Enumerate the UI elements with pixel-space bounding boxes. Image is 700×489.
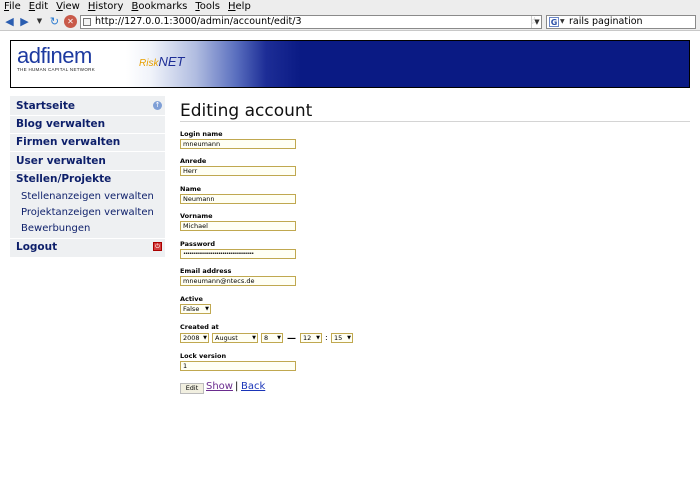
reload-icon[interactable]: ↻ [48,15,61,28]
chevron-down-icon: ▼ [252,335,256,341]
history-dropdown-icon[interactable]: ▼ [33,15,46,28]
anrede-field[interactable]: Herr [180,166,296,176]
created-at-label: Created at [180,323,219,331]
vorname-field[interactable]: Michael [180,221,296,231]
site-banner: adfinem The Human Capital Network RiskNE… [10,40,690,88]
email-field[interactable]: mneumann@ntecs.de [180,276,296,286]
active-select-value: False [183,305,200,313]
menu-tools[interactable]: Tools [195,0,220,13]
password-field[interactable]: •••••••••••••••••••••••••••••••••••• [180,249,296,259]
sidebar-item-bewerbungen[interactable]: Bewerbungen [21,223,90,234]
password-label: Password [180,240,216,248]
logo-brand: adfinem [17,43,92,68]
name-label: Name [180,185,202,193]
created-hour-select[interactable]: 12 ▼ [300,333,322,343]
created-month-value: August [215,334,238,342]
sidebar-item-stellen-projekte[interactable]: Stellen/Projekte [16,173,111,185]
active-select[interactable]: False ▼ [180,304,211,314]
menu-help[interactable]: Help [228,0,251,13]
created-day-select[interactable]: 8 ▼ [261,333,283,343]
chevron-down-icon: ▼ [203,335,207,341]
lock-version-field[interactable]: 1 [180,361,296,371]
login-name-field[interactable]: mneumann [180,139,296,149]
forward-arrow-icon[interactable]: ▶ [18,15,31,28]
sidebar-nav: Startseite ↑ Blog verwalten Firmen verwa… [10,96,165,257]
login-name-label: Login name [180,130,223,138]
created-month-select[interactable]: August ▼ [212,333,258,343]
chevron-down-icon: ▼ [316,335,320,341]
link-separator: | [235,381,239,392]
url-bar[interactable]: http://127.0.0.1:3000/admin/account/edit… [80,15,542,29]
created-minute-value: 15 [334,334,343,342]
sidebar-divider [10,151,165,152]
risknet-logo: RiskNET [139,53,184,71]
search-text: rails pagination [569,16,643,27]
search-bar[interactable]: G ▼ rails pagination [546,15,696,29]
risknet-risk: Risk [139,58,159,69]
lock-version-label: Lock version [180,352,227,360]
browser-menubar: File Edit View History Bookmarks Tools Help [0,0,700,13]
url-dropdown-icon[interactable]: ▼ [531,16,542,28]
browser-toolbar: ◀ ▶ ▼ ↻ ✕ http://127.0.0.1:3000/admin/ac… [0,13,700,31]
sidebar-item-logout[interactable]: Logout [16,241,57,253]
adfinem-logo[interactable]: adfinem The Human Capital Network [17,43,95,72]
logo-tagline: The Human Capital Network [17,67,96,72]
risknet-net: NET [158,54,185,69]
chevron-down-icon: ▼ [277,335,281,341]
menu-file[interactable]: File [4,0,21,13]
sidebar-divider [10,170,165,171]
page-title: Editing account [180,101,313,121]
sidebar-divider [10,238,165,239]
vorname-label: Vorname [180,212,213,220]
url-text: http://127.0.0.1:3000/admin/account/edit… [95,16,302,27]
time-colon: : [325,333,328,342]
google-icon[interactable]: G [549,17,559,27]
menu-edit[interactable]: Edit [29,0,48,13]
sidebar-item-blog[interactable]: Blog verwalten [16,118,105,130]
search-engine-dropdown-icon[interactable]: ▼ [560,16,565,28]
back-arrow-icon[interactable]: ◀ [3,15,16,28]
arrow-up-icon[interactable]: ↑ [153,101,162,110]
sidebar-item-user[interactable]: User verwalten [16,155,106,167]
menu-bookmarks[interactable]: Bookmarks [131,0,187,13]
sidebar-item-stellenanzeigen[interactable]: Stellenanzeigen verwalten [21,191,154,202]
chevron-down-icon: ▼ [347,335,351,341]
power-icon[interactable]: ⏻ [153,242,162,251]
created-year-select[interactable]: 2008 ▼ [180,333,209,343]
email-label: Email address [180,267,232,275]
menu-history[interactable]: History [88,0,124,13]
sidebar-divider [10,133,165,134]
page-favicon-icon [83,18,91,26]
name-field[interactable]: Neumann [180,194,296,204]
sidebar-divider [10,115,165,116]
chevron-down-icon: ▼ [205,306,209,312]
sidebar-item-startseite[interactable]: Startseite [16,100,75,112]
menu-view[interactable]: View [56,0,80,13]
stop-icon[interactable]: ✕ [64,15,77,28]
anrede-label: Anrede [180,157,207,165]
edit-button[interactable]: Edit [180,383,204,394]
created-day-value: 8 [264,334,269,342]
active-label: Active [180,295,203,303]
show-link[interactable]: Show [206,381,233,392]
created-hour-value: 12 [303,334,312,342]
date-time-separator: — [287,334,296,344]
sidebar-item-projektanzeigen[interactable]: Projektanzeigen verwalten [21,207,154,218]
title-divider [180,121,690,122]
created-year-value: 2008 [183,334,200,342]
back-link[interactable]: Back [241,381,265,392]
created-minute-select[interactable]: 15 ▼ [331,333,353,343]
sidebar-item-firmen[interactable]: Firmen verwalten [16,136,120,148]
